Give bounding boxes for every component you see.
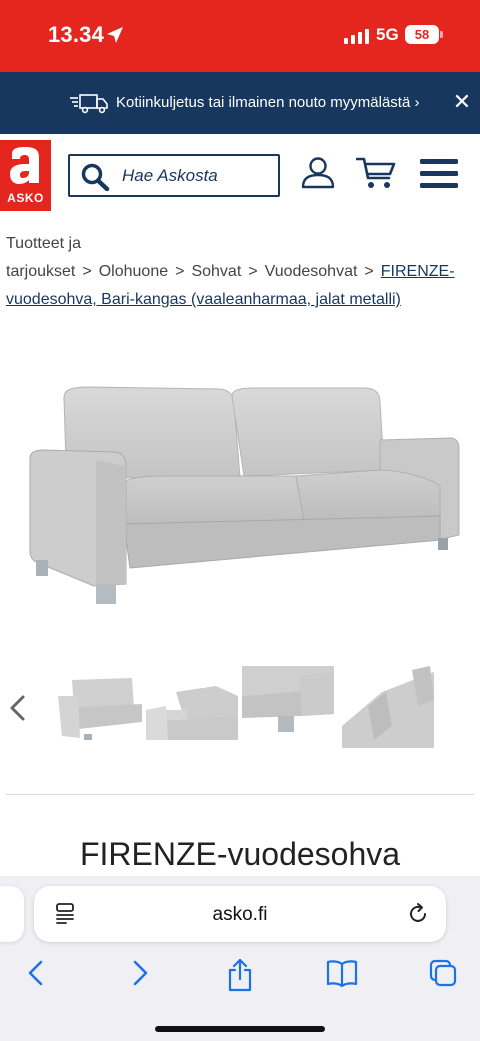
account-icon[interactable] [300, 156, 336, 190]
promo-text[interactable]: Kotiinkuljetus tai ilmainen nouto myymäl… [116, 94, 419, 111]
search-box[interactable] [68, 154, 280, 197]
thumbnail-3[interactable] [242, 666, 334, 748]
breadcrumb-separator: > [364, 263, 374, 280]
breadcrumb: Tuotteet ja tarjoukset > Olohuone > Sohvat > V… [6, 230, 476, 314]
thumbnail-image [242, 666, 334, 732]
breadcrumb-item-living-room[interactable]: Olohuone [99, 263, 168, 280]
address-bar[interactable]: asko.fi [34, 886, 446, 942]
delivery-truck-icon [70, 94, 108, 114]
breadcrumb-separator: > [248, 263, 258, 280]
previous-tab-preview[interactable] [0, 886, 24, 942]
thumbnail-image [58, 678, 142, 740]
url-text[interactable]: asko.fi [34, 904, 446, 926]
thumbnail-image [146, 686, 238, 740]
share-icon[interactable] [226, 958, 254, 992]
reload-icon[interactable] [406, 902, 430, 926]
delivery-promo-bar[interactable]: Kotiinkuljetus tai ilmainen nouto myymäl… [0, 72, 480, 134]
search-input[interactable] [122, 156, 272, 195]
bookmarks-icon[interactable] [326, 958, 358, 988]
battery-tip [440, 31, 443, 38]
chevron-left-icon[interactable] [8, 694, 28, 722]
section-divider [6, 794, 474, 795]
browser-toolbar [0, 958, 480, 998]
menu-hamburger-icon[interactable] [420, 158, 458, 190]
thumbnail-2[interactable] [146, 666, 238, 748]
site-header: ASKO [0, 134, 480, 216]
asko-logo[interactable]: ASKO [0, 140, 51, 211]
tabs-icon[interactable] [428, 958, 458, 988]
network-type: 5G [376, 25, 399, 44]
breadcrumb-item-products[interactable]: Tuotteet ja tarjoukset [6, 235, 81, 280]
location-arrow-icon [107, 27, 123, 43]
battery-level: 58 [414, 27, 430, 42]
back-icon[interactable] [26, 958, 46, 988]
asko-logo-mark-icon [10, 147, 39, 184]
logo-text: ASKO [7, 191, 44, 205]
battery-icon: 58 [405, 25, 439, 44]
search-icon[interactable] [80, 163, 110, 191]
breadcrumb-item-sofa-beds[interactable]: Vuodesohvat [265, 263, 358, 280]
shopping-cart-icon[interactable] [356, 156, 398, 190]
home-indicator [155, 1026, 325, 1032]
breadcrumb-separator: > [82, 263, 92, 280]
product-title: FIRENZE-vuodesohva [79, 836, 401, 872]
thumbnail-image [342, 666, 434, 748]
browser-bottom-bar: asko.fi [0, 876, 480, 1041]
forward-icon[interactable] [130, 958, 150, 988]
breadcrumb-item-sofas[interactable]: Sohvat [191, 263, 241, 280]
breadcrumb-separator: > [175, 263, 185, 280]
thumbnail-1[interactable] [52, 666, 144, 748]
product-main-image[interactable] [0, 356, 480, 616]
status-bar: 13.34 5G 58 [0, 0, 480, 72]
status-time: 13.34 [48, 22, 105, 47]
thumbnail-4[interactable] [342, 666, 434, 748]
close-icon[interactable]: ✕ [450, 90, 474, 114]
thumbnail-gallery [0, 666, 480, 752]
cellular-signal-icon [344, 28, 369, 44]
